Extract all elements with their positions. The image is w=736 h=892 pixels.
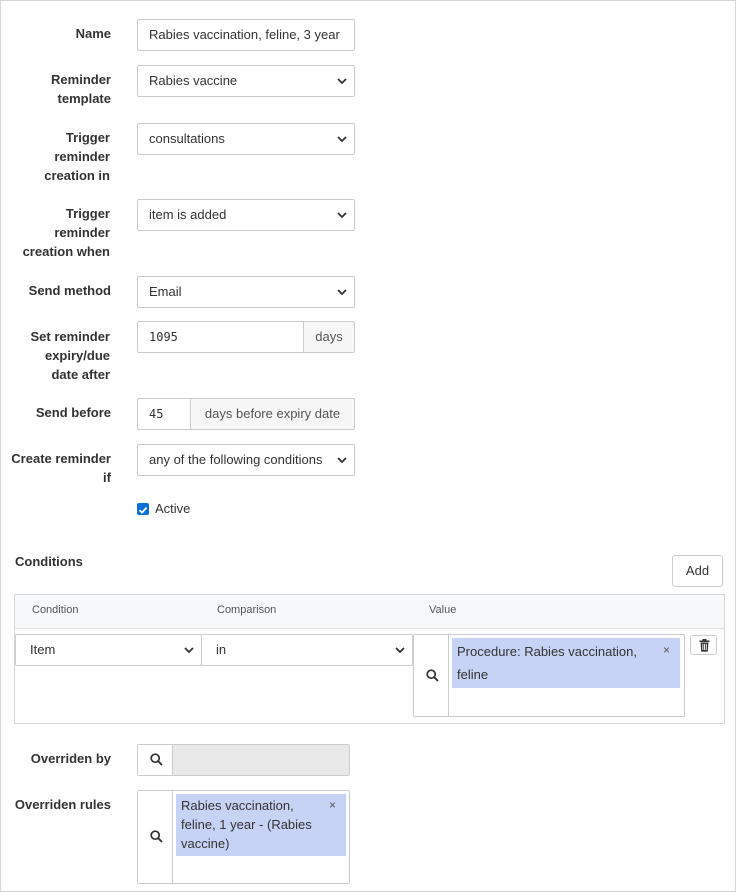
name-input-value: Rabies vaccination, feline, 3 year bbox=[149, 27, 340, 42]
overriden-rule-line1: Rabies vaccination, bbox=[181, 798, 294, 813]
reminder-rule-form: Name Rabies vaccination, feline, 3 year … bbox=[0, 0, 736, 892]
active-label[interactable]: Active bbox=[155, 501, 190, 516]
trigger-in-label: Trigger reminder creation in bbox=[44, 130, 110, 183]
send-method-label: Send method bbox=[28, 283, 111, 298]
checkmark-icon bbox=[138, 506, 148, 514]
value-search-addon[interactable] bbox=[414, 635, 449, 716]
expiry-input-value: 1095 bbox=[149, 330, 178, 344]
overriden-rule-line3: vaccine) bbox=[181, 836, 230, 851]
send-method-value: Email bbox=[149, 284, 182, 299]
add-condition-button[interactable]: Add bbox=[672, 555, 723, 587]
chevron-down-icon bbox=[336, 75, 348, 87]
create-if-label: Create reminder if bbox=[11, 451, 111, 485]
overriden-by-label: Overriden by bbox=[30, 751, 111, 766]
send-before-input[interactable]: 45 bbox=[137, 398, 191, 430]
send-method-select[interactable]: Email bbox=[137, 276, 355, 308]
condition-value: Item bbox=[30, 642, 56, 657]
active-checkbox[interactable] bbox=[137, 503, 149, 515]
trigger-when-label: Trigger reminder creation when bbox=[22, 206, 110, 259]
remove-tag-icon[interactable]: × bbox=[329, 798, 336, 812]
value-tag-line2: feline bbox=[457, 667, 489, 682]
trigger-in-select[interactable]: consultations bbox=[137, 123, 355, 155]
chevron-down-icon bbox=[336, 454, 348, 466]
send-before-label: Send before bbox=[35, 405, 111, 420]
condition-select[interactable]: Item bbox=[15, 634, 202, 666]
chevron-down-icon bbox=[183, 644, 195, 656]
comparison-value: in bbox=[216, 642, 227, 657]
trash-icon bbox=[699, 639, 710, 652]
chevron-down-icon bbox=[336, 133, 348, 145]
send-before-unit-addon: days before expiry date bbox=[190, 398, 355, 430]
value-multiselect[interactable]: Procedure: Rabies vaccination, feline × bbox=[413, 634, 685, 717]
expiry-unit-addon: days bbox=[303, 321, 355, 353]
value-tag-line1: Procedure: Rabies vaccination, bbox=[457, 644, 637, 659]
remove-tag-icon[interactable]: × bbox=[663, 643, 670, 657]
chevron-down-icon bbox=[336, 286, 348, 298]
column-header-value: Value bbox=[429, 604, 457, 616]
overriden-by-select[interactable] bbox=[137, 744, 350, 776]
send-before-input-value: 45 bbox=[149, 407, 164, 421]
overriden-rules-select[interactable]: Rabies vaccination, feline, 1 year - (Ra… bbox=[137, 790, 350, 884]
name-input[interactable]: Rabies vaccination, feline, 3 year bbox=[137, 19, 355, 51]
name-label: Name bbox=[75, 26, 111, 41]
conditions-title: Conditions bbox=[15, 554, 83, 569]
value-tag: Procedure: Rabies vaccination, feline × bbox=[452, 638, 680, 688]
trigger-when-value: item is added bbox=[149, 207, 227, 222]
overriden-rule-line2: feline, 1 year - (Rabies bbox=[181, 817, 312, 832]
column-header-condition: Condition bbox=[32, 604, 79, 616]
chevron-down-icon bbox=[336, 209, 348, 221]
trigger-in-value: consultations bbox=[149, 131, 225, 146]
chevron-down-icon bbox=[394, 644, 406, 656]
delete-condition-button[interactable] bbox=[690, 635, 717, 655]
overriden-by-field[interactable] bbox=[173, 745, 349, 775]
overriden-rule-tag: Rabies vaccination, feline, 1 year - (Ra… bbox=[176, 794, 346, 856]
comparison-select[interactable]: in bbox=[201, 634, 413, 666]
expiry-label: Set reminder expiry/due date after bbox=[30, 329, 110, 382]
reminder-template-select[interactable]: Rabies vaccine bbox=[137, 65, 355, 97]
overriden-rules-search-addon[interactable] bbox=[138, 791, 173, 883]
reminder-template-label: Reminder template bbox=[51, 72, 111, 106]
column-header-comparison: Comparison bbox=[217, 604, 277, 616]
overriden-rules-label: Overriden rules bbox=[14, 797, 111, 812]
reminder-template-value: Rabies vaccine bbox=[149, 73, 238, 88]
overriden-by-search-addon[interactable] bbox=[138, 745, 173, 775]
expiry-input[interactable]: 1095 bbox=[137, 321, 304, 353]
conditions-table: Condition Comparison Value Item in Proce… bbox=[14, 594, 725, 724]
search-icon bbox=[426, 669, 439, 682]
create-if-select[interactable]: any of the following conditions bbox=[137, 444, 355, 476]
search-icon bbox=[150, 830, 163, 843]
conditions-table-header: Condition Comparison Value bbox=[15, 595, 724, 629]
search-icon bbox=[150, 753, 163, 766]
trigger-when-select[interactable]: item is added bbox=[137, 199, 355, 231]
create-if-value: any of the following conditions bbox=[149, 452, 323, 467]
